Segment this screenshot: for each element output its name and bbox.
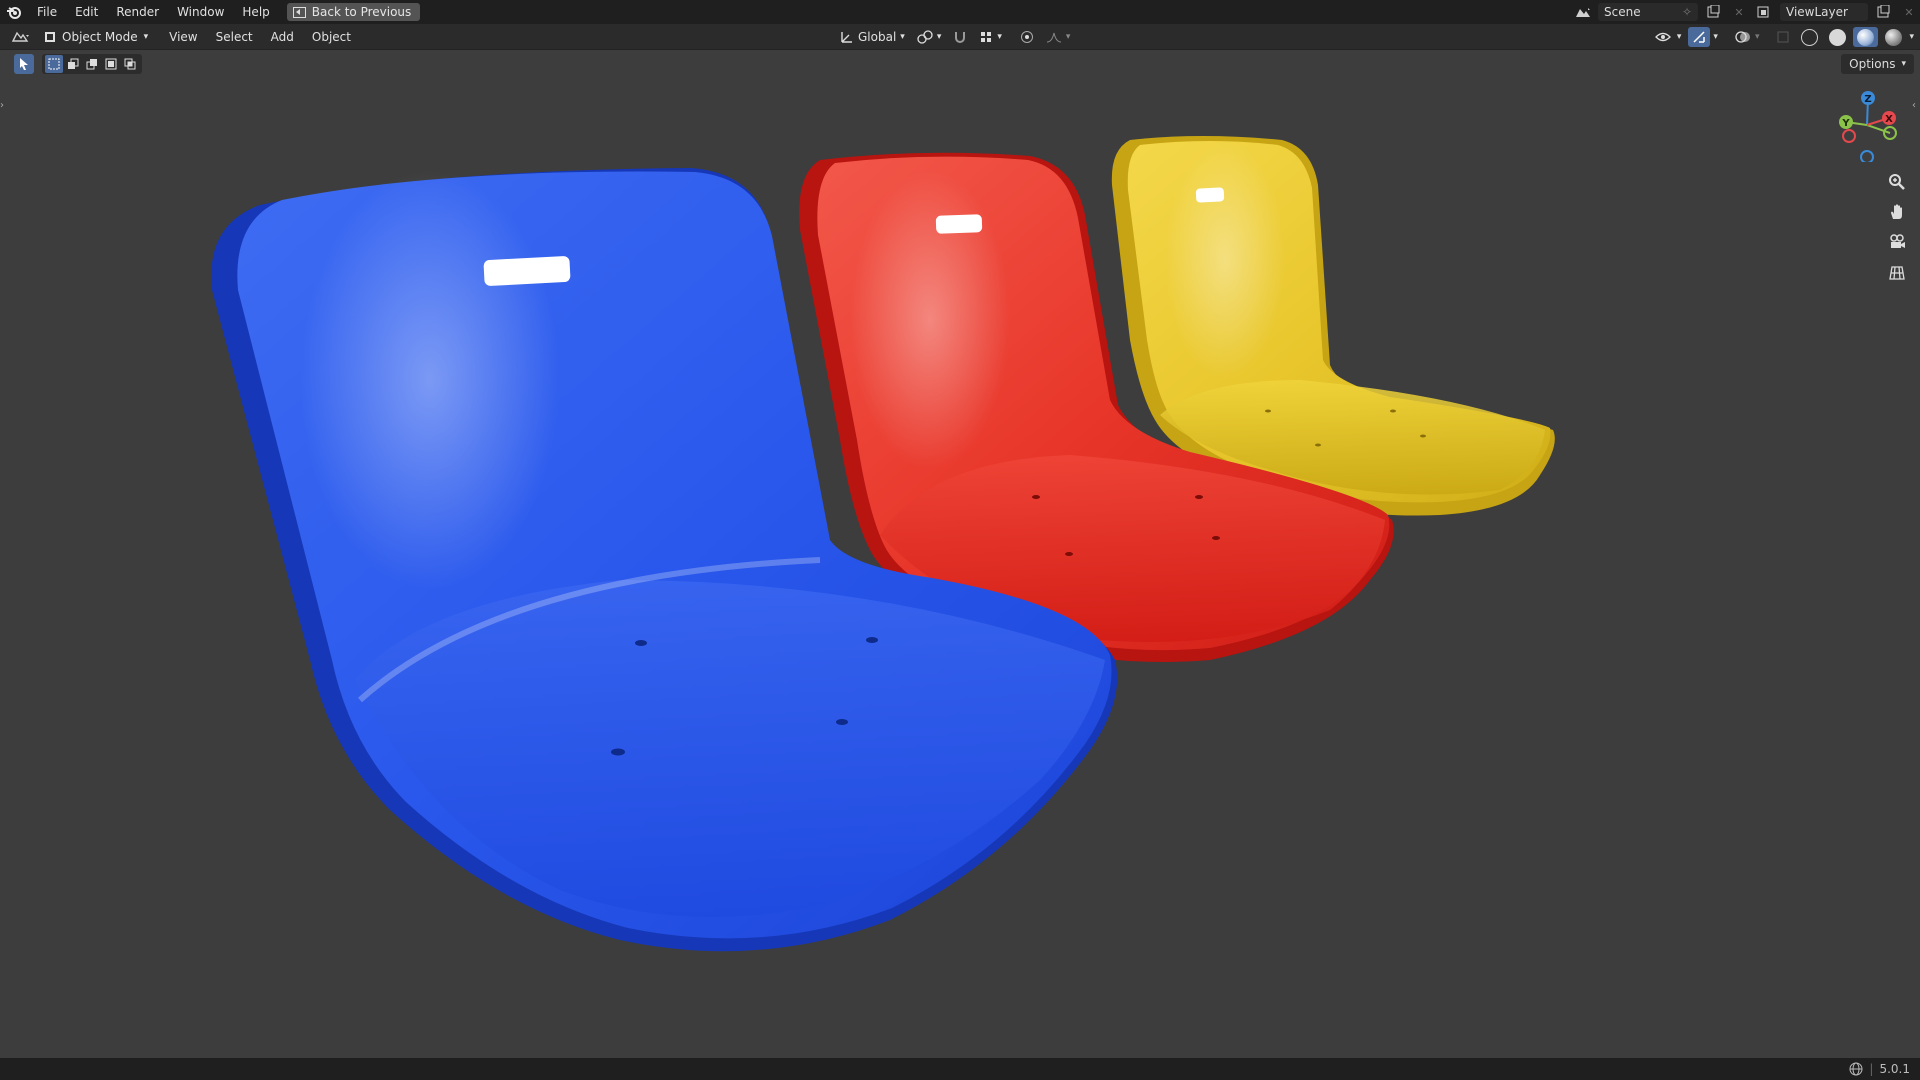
visibility-dropdown[interactable]: ▾	[1651, 27, 1686, 47]
menu-window[interactable]: Window	[168, 0, 233, 24]
material-sphere-icon	[1857, 28, 1875, 46]
proportional-editing-toggle[interactable]	[1016, 27, 1038, 47]
blue-seat-slot	[483, 256, 571, 286]
ortho-grid-icon[interactable]	[1884, 260, 1910, 284]
chevron-down-icon: ▾	[1754, 32, 1760, 42]
xray-toggle[interactable]	[1772, 27, 1794, 47]
3d-viewport[interactable]	[0, 50, 1920, 1058]
chevron-down-icon: ▾	[936, 32, 942, 42]
gizmo-toggle[interactable]	[1688, 27, 1711, 47]
viewport-header: Object Mode ▾ View Select Add Object Glo…	[0, 24, 1920, 50]
menu-file[interactable]: File	[28, 0, 66, 24]
selectability-eye-icon	[1654, 32, 1671, 42]
snap-increment-icon	[981, 32, 992, 42]
rendered-sphere-icon	[1885, 28, 1903, 46]
menu-edit[interactable]: Edit	[66, 0, 107, 24]
workspace-selectors: Scene ✧ ✕ ViewLayer ✕	[1572, 0, 1920, 24]
fullscreen-exit-icon	[292, 6, 306, 18]
gizmo-y-label: Y	[1841, 118, 1850, 129]
object-mode-dropdown[interactable]: Object Mode ▾	[38, 26, 155, 47]
status-bar: | 5.0.1	[0, 1058, 1920, 1080]
solid-shading-button[interactable]	[1825, 27, 1850, 47]
blender-logo-icon[interactable]	[6, 4, 22, 20]
delete-view-layer-icon[interactable]: ✕	[1898, 3, 1920, 21]
magnet-icon	[955, 32, 966, 43]
version-info: | 5.0.1	[1849, 1062, 1910, 1076]
scene-field[interactable]: Scene ✧	[1598, 3, 1698, 21]
chevron-down-icon[interactable]: ▾	[1909, 32, 1914, 42]
scene-name: Scene	[1604, 5, 1641, 19]
chevron-down-icon: ▾	[997, 32, 1002, 42]
yellow-seat-slot	[1195, 187, 1225, 203]
falloff-curve-icon	[1046, 32, 1061, 43]
orientation-axes-icon	[841, 32, 852, 43]
hand-pan-icon[interactable]	[1884, 200, 1910, 224]
transform-orientation-label: Global	[858, 30, 897, 44]
overlays-icon	[1735, 31, 1750, 43]
new-scene-icon[interactable]	[1702, 3, 1724, 21]
viewport-shading-controls: ▾ ▾ ▾ ▾	[1651, 24, 1914, 50]
camera-icon[interactable]	[1884, 230, 1910, 254]
gizmo-x-label: X	[1885, 114, 1893, 125]
red-seat-slot	[935, 214, 983, 234]
editor-type-icon[interactable]	[10, 28, 32, 46]
pivot-point-icon	[917, 30, 933, 44]
transform-orientation-dropdown[interactable]: Global ▾	[836, 27, 909, 47]
gizmo-icon	[1693, 31, 1706, 43]
top-menu-bar: File Edit Render Window Help Back to Pre…	[0, 0, 1920, 24]
chevron-down-icon: ▾	[1065, 32, 1071, 42]
navigation-gizmo[interactable]: Z X Y	[1832, 88, 1902, 162]
gizmo-neg-z-axis[interactable]	[1860, 150, 1874, 162]
snap-target-dropdown[interactable]: ▾	[975, 27, 1006, 47]
xray-icon	[1777, 31, 1789, 43]
pivot-point-dropdown[interactable]: ▾	[913, 27, 946, 47]
view-layer-name: ViewLayer	[1786, 5, 1848, 19]
viewport-nav-buttons	[1884, 170, 1910, 284]
chevron-down-icon: ▾	[1676, 32, 1682, 42]
wireframe-sphere-icon	[1801, 28, 1819, 46]
delete-scene-icon[interactable]: ✕	[1728, 3, 1750, 21]
pin-icon[interactable]: ✧	[1682, 5, 1692, 19]
gizmo-z-label: Z	[1864, 94, 1871, 105]
overlays-toggle[interactable]: ▾	[1731, 27, 1764, 47]
view-layer-browse-icon[interactable]	[1754, 3, 1776, 21]
wireframe-shading-button[interactable]	[1797, 27, 1822, 47]
new-view-layer-icon[interactable]	[1872, 3, 1894, 21]
proportional-edit-icon	[1020, 31, 1033, 43]
transform-controls: Global ▾ ▾ ▾ ▾	[836, 24, 1074, 50]
zoom-icon[interactable]	[1884, 170, 1910, 194]
menu-render[interactable]: Render	[107, 0, 168, 24]
globe-icon[interactable]	[1849, 1062, 1863, 1076]
view-layer-field[interactable]: ViewLayer	[1780, 3, 1868, 21]
object-mode-label: Object Mode	[62, 29, 138, 44]
rendered-shading-button[interactable]	[1881, 27, 1906, 47]
gizmo-neg-x-axis[interactable]	[1842, 129, 1856, 143]
material-preview-shading-button[interactable]	[1853, 27, 1879, 47]
menu-view[interactable]: View	[160, 24, 206, 50]
scene-browse-icon[interactable]	[1572, 3, 1594, 21]
back-to-previous-button[interactable]: Back to Previous	[286, 3, 421, 21]
object-mode-icon	[45, 31, 55, 42]
menu-add[interactable]: Add	[262, 24, 303, 50]
menu-help[interactable]: Help	[233, 0, 278, 24]
chevron-down-icon: ▾	[143, 31, 149, 42]
blender-version: 5.0.1	[1879, 1062, 1910, 1076]
falloff-dropdown[interactable]: ▾	[1042, 27, 1075, 47]
solid-sphere-icon	[1829, 28, 1847, 46]
chevron-down-icon[interactable]: ▾	[1713, 32, 1718, 42]
snap-toggle[interactable]	[949, 27, 971, 47]
menu-select[interactable]: Select	[207, 24, 262, 50]
chevron-down-icon: ▾	[900, 32, 905, 42]
menu-object[interactable]: Object	[303, 24, 360, 50]
back-to-previous-label: Back to Previous	[311, 5, 412, 19]
